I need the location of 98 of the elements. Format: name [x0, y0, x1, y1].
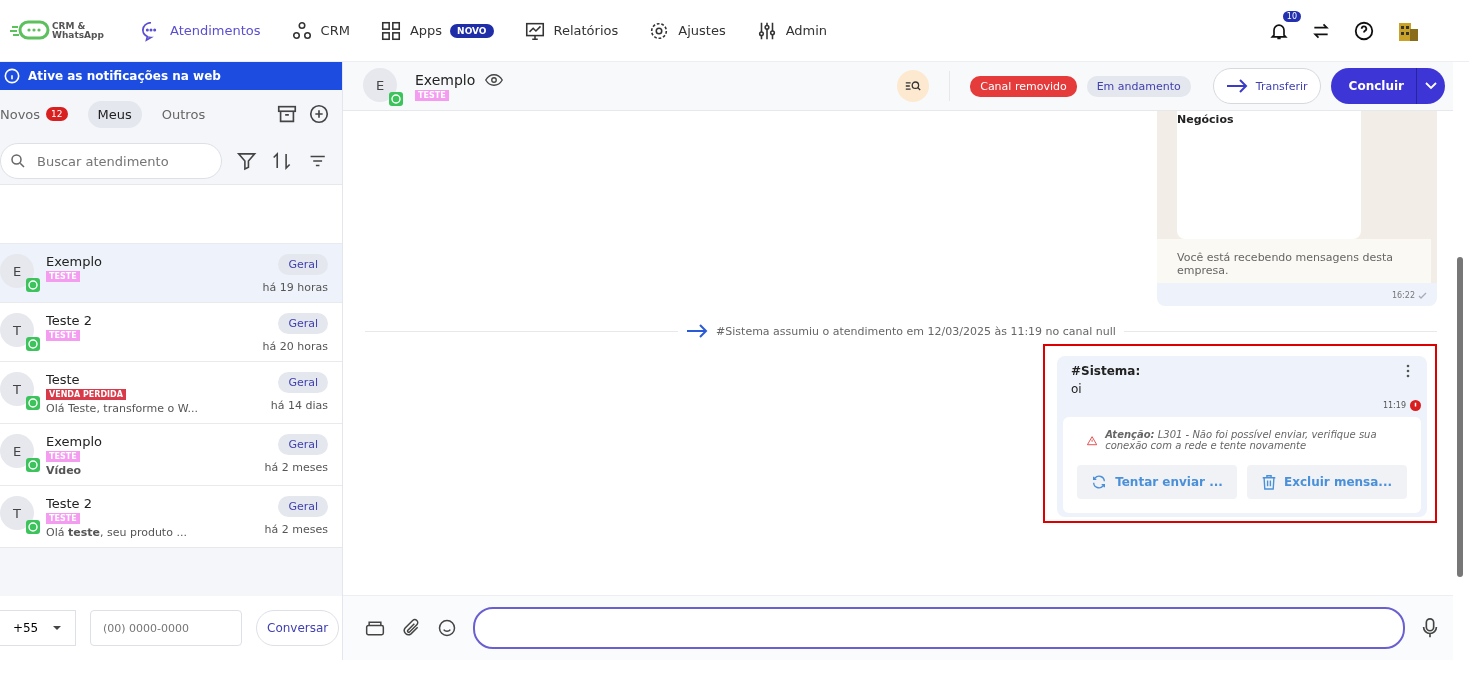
contact-tag: TESTE: [46, 451, 80, 462]
arrow-icon: [1225, 79, 1248, 93]
caret-icon: [1425, 82, 1437, 90]
warning-text: Atenção: L301 - Não foi possível enviar, verifique sua conexão com a rede e tente novamente: [1105, 429, 1378, 451]
avatar: T: [0, 372, 34, 406]
contact-tag: TESTE: [46, 271, 80, 282]
search-field[interactable]: Buscar atendimento: [0, 143, 222, 179]
nav-link[interactable]: Admin: [755, 19, 828, 42]
chat-bubble-icon: [26, 520, 40, 534]
notification-count: 10: [1282, 10, 1301, 22]
scrollbar[interactable]: [1457, 257, 1463, 577]
status-badge: Canal removido: [970, 75, 1077, 97]
queue-label: Geral: [278, 496, 328, 517]
message-field[interactable]: [473, 607, 1405, 649]
contact-tag: TESTE: [46, 513, 80, 524]
event-text: #Sistema assumiu o atendimento em 12/03/2025 às 11:19 no canal null: [716, 324, 1116, 338]
search-icon: [9, 152, 27, 170]
logo-text: CRM & WhatsApp: [52, 21, 105, 40]
timestamp: há 19 horas: [262, 281, 328, 294]
message-author: #Sistema:: [1071, 364, 1141, 378]
tab[interactable]: Meus: [87, 100, 142, 128]
count-badge: 12: [46, 107, 68, 121]
phone-field[interactable]: (00) 0000-0000: [90, 610, 242, 646]
chat-bubble-icon: [26, 396, 40, 410]
avatar: T: [0, 496, 34, 530]
attachment-icon[interactable]: [401, 618, 421, 638]
timestamp: há 14 dias: [270, 399, 328, 412]
search-messages-button[interactable]: [897, 70, 930, 102]
microphone-icon[interactable]: [1421, 617, 1439, 639]
nav-link[interactable]: Ajustes: [648, 19, 726, 42]
logo-icon: [10, 19, 50, 42]
avatar: E: [0, 254, 34, 288]
conversation-item[interactable]: E Exemplo TESTE Geral há 19 horas: [0, 243, 342, 302]
timestamp: há 2 meses: [264, 461, 328, 474]
tab[interactable]: Outros: [151, 100, 216, 128]
eye-icon[interactable]: [485, 72, 504, 87]
transfer-button[interactable]: Transferir: [1212, 68, 1321, 104]
queue-label: Geral: [278, 434, 328, 455]
contact-name: Teste 2: [46, 496, 92, 511]
contact-tag: TESTE: [415, 89, 449, 101]
tab[interactable]: Novos 12: [0, 100, 78, 128]
add-icon[interactable]: [308, 103, 330, 125]
contact-tag: VENDA PERDIDA: [46, 389, 126, 400]
chat-bubble-icon: [389, 92, 403, 106]
info-icon: [4, 68, 20, 84]
quick-replies-icon[interactable]: [365, 619, 385, 637]
queue-label: Geral: [278, 372, 328, 393]
conversation-item[interactable]: T Teste 2 TESTE Olá teste, seu produto ... Geral há 2 meses: [0, 485, 342, 547]
chat-bubble-icon: [26, 458, 40, 472]
queue-label: Geral: [278, 313, 328, 334]
contact-name: Exemplo: [46, 254, 102, 269]
avatar: E: [363, 68, 397, 102]
conversation-item[interactable]: T Teste 2 TESTE Geral há 20 horas: [0, 302, 342, 361]
queue-label: Geral: [278, 254, 328, 275]
nav-link[interactable]: Apps NOVO: [379, 19, 494, 42]
nav-link[interactable]: CRM: [290, 19, 350, 42]
contact-name: Exemplo: [46, 434, 102, 449]
more-icon[interactable]: [1405, 364, 1411, 378]
message-preview: Olá Teste, transforme o W...: [46, 402, 198, 415]
sort-icon[interactable]: [271, 150, 293, 172]
error-icon: [1410, 400, 1421, 411]
caret-icon: [52, 625, 63, 631]
contact-name: Exemplo: [415, 71, 476, 88]
contact-name: Teste: [46, 372, 80, 387]
grid-icon: [379, 19, 402, 42]
message-time: 16:22: [1391, 291, 1415, 300]
country-code-select[interactable]: +55: [0, 610, 76, 646]
refresh-icon: [1091, 474, 1108, 490]
new-badge: NOVO: [450, 23, 494, 38]
nav-link[interactable]: Atendimentos: [140, 19, 261, 42]
message-preview: Vídeo: [46, 464, 82, 477]
contact-name: Teste 2: [46, 313, 92, 328]
emoji-icon[interactable]: [437, 618, 457, 638]
circles-icon: [290, 19, 313, 42]
arrow-icon: [686, 324, 709, 338]
search-icon: [905, 80, 922, 92]
timestamp: há 2 meses: [264, 523, 328, 536]
template-title: Negócios: [1177, 113, 1234, 126]
filter-icon[interactable]: [236, 150, 258, 172]
status-badge: Em andamento: [1086, 75, 1191, 97]
archive-icon[interactable]: [276, 103, 298, 125]
chat-bubble-icon: [26, 337, 40, 351]
chat-bubble-icon: [26, 278, 40, 292]
avatar: T: [0, 313, 34, 347]
conversation-item[interactable]: T Teste VENDA PERDIDA Olá Teste, transforme o W... Geral há 14 dias: [0, 361, 342, 423]
nav-link[interactable]: Relatórios: [523, 19, 619, 42]
trash-icon: [1262, 474, 1276, 490]
message-time: 11:19: [1382, 401, 1406, 410]
help-icon[interactable]: [1353, 19, 1375, 42]
start-chat-button[interactable]: Conversar: [256, 610, 340, 646]
message-preview: Olá teste, seu produto ...: [46, 526, 187, 539]
conversation-item[interactable]: E Exemplo TESTE Vídeo Geral há 2 meses: [0, 423, 342, 485]
check-icon: [1418, 292, 1427, 299]
avatar: E: [0, 434, 34, 468]
message-text: oi: [1071, 382, 1083, 396]
timestamp: há 20 horas: [262, 340, 328, 353]
contact-tag: TESTE: [46, 330, 80, 341]
template-footer: Você está recebendo mensagens desta empresa.: [1157, 239, 1431, 283]
